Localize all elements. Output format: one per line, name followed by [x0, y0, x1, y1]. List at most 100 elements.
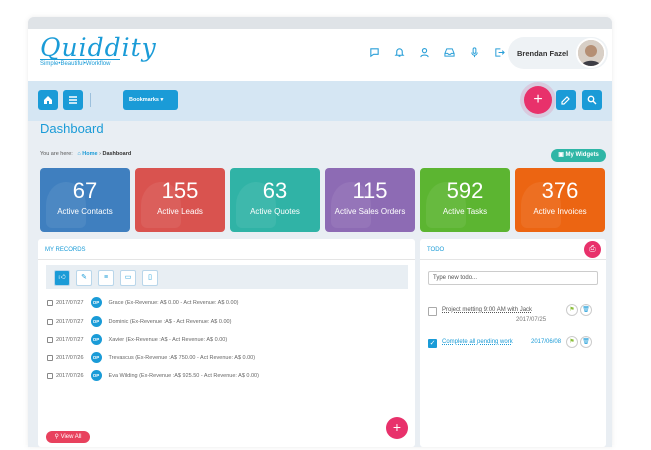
op-badge: OP	[90, 297, 102, 308]
calendar-icon	[47, 318, 53, 325]
todo-actions: ⚑ 🗑︎	[566, 304, 592, 316]
stat-card-contacts[interactable]: 67 Active Contacts	[40, 168, 130, 232]
record-date: 2017/07/27	[56, 299, 84, 306]
home-button[interactable]	[38, 90, 58, 110]
user-name: Brendan Fazel	[517, 48, 569, 58]
record-date: 2017/07/26	[56, 372, 84, 379]
todo-panel: TODO ⎙ Type new todo... Project metting …	[420, 239, 606, 447]
stat-card-sales-orders[interactable]: 115 Active Sales Orders	[325, 168, 415, 232]
tasks-bg-icon	[426, 182, 466, 228]
record-text: Trevascus (Ex-Revenue :A$ 750.00 - Act R…	[108, 354, 256, 361]
calendar-icon	[47, 354, 53, 361]
contacts-bg-icon	[46, 182, 86, 228]
print-icon: ⎙	[589, 244, 596, 253]
add-record-button[interactable]: +	[386, 417, 408, 439]
search-button[interactable]	[582, 90, 602, 110]
list-item[interactable]: 2017/07/27 OP Xavier (Ex-Revenue :A$ - A…	[47, 334, 227, 345]
my-widgets-label: My Widgets	[565, 152, 599, 158]
menu-button[interactable]	[63, 90, 83, 110]
leads-bg-icon	[141, 182, 181, 228]
todo-date: 2017/07/25	[516, 317, 547, 323]
list-icon: ≡	[103, 274, 109, 281]
microphone-icon[interactable]	[468, 47, 480, 59]
window-top-strip	[28, 17, 612, 29]
tab-edit[interactable]: ✎	[76, 270, 92, 286]
edit-button[interactable]	[556, 90, 576, 110]
panel-title: TODO	[427, 247, 445, 253]
search-icon: ⚲	[54, 434, 59, 440]
widgets-icon: ▣	[558, 152, 564, 158]
view-all-button[interactable]: ⚲ View All	[46, 431, 90, 443]
page-title: Dashboard	[40, 121, 104, 136]
quotes-bg-icon	[236, 182, 276, 228]
todo-text[interactable]: Complete all pending work	[442, 339, 513, 345]
breadcrumb: You are here: ⌂ Home › Dashboard	[40, 151, 131, 157]
logout-icon[interactable]	[493, 47, 505, 59]
logo[interactable]: Quiddity Simple•Beautiful•Workflow	[40, 33, 157, 67]
todo-checkbox[interactable]	[428, 307, 437, 316]
tab-document[interactable]: ▭	[120, 270, 136, 286]
todo-actions: ⚑ 🗑︎	[566, 336, 592, 348]
stat-card-leads[interactable]: 155 Active Leads	[135, 168, 225, 232]
stat-card-invoices[interactable]: 376 Active Invoices	[515, 168, 605, 232]
toolbar-divider	[90, 93, 91, 107]
my-records-panel: MY RECORDS 👍︎ ✎ ≡ ▭ ▯ 2017/07/27 OP Grac…	[38, 239, 415, 447]
op-badge: OP	[90, 316, 102, 327]
breadcrumb-home[interactable]: Home	[82, 151, 97, 157]
header-icons	[368, 47, 505, 59]
print-button[interactable]: ⎙	[584, 241, 601, 258]
inbox-icon[interactable]	[443, 47, 455, 59]
stat-cards: 67 Active Contacts 155 Active Leads 63 A…	[40, 168, 605, 232]
chat-icon[interactable]	[368, 47, 380, 59]
op-badge: OP	[90, 334, 102, 345]
todo-date: 2017/06/08	[531, 339, 562, 345]
record-text: Eva Wilding (Ex-Revenue :A$ 925.50 - Act…	[108, 372, 259, 379]
list-item[interactable]: 2017/07/26 OP Eva Wilding (Ex-Revenue :A…	[47, 370, 259, 381]
op-badge: OP	[90, 352, 102, 363]
flag-icon[interactable]: ⚑	[566, 304, 578, 316]
edit-doc-icon: ✎	[81, 274, 87, 281]
view-all-label: View All	[60, 434, 82, 440]
tab-like[interactable]: 👍︎	[54, 270, 70, 286]
avatar	[576, 38, 606, 68]
list-item[interactable]: 2017/07/26 OP Trevascus (Ex-Revenue :A$ …	[47, 352, 255, 363]
app-window: Quiddity Simple•Beautiful•Workflow Brend…	[28, 17, 612, 447]
tab-list[interactable]: ≡	[98, 270, 114, 286]
new-todo-input[interactable]: Type new todo...	[428, 271, 598, 285]
user-icon[interactable]	[418, 47, 430, 59]
logo-tagline: Simple•Beautiful•Workflow	[40, 59, 120, 67]
bell-icon[interactable]	[393, 47, 405, 59]
record-tabs: 👍︎ ✎ ≡ ▭ ▯	[46, 265, 408, 289]
file-icon: ▯	[148, 274, 152, 281]
home-icon: ⌂	[77, 151, 81, 157]
add-button[interactable]: +	[524, 86, 552, 114]
list-item[interactable]: 2017/07/27 OP Dominic (Ex-Revenue :A$ - …	[47, 316, 231, 327]
user-menu[interactable]: Brendan Fazel	[508, 37, 608, 69]
list-item[interactable]: 2017/07/27 OP Grace (Ex-Revenue: A$ 0.00…	[47, 297, 238, 308]
panel-title: MY RECORDS	[45, 247, 86, 253]
tab-file[interactable]: ▯	[142, 270, 158, 286]
breadcrumb-bar: You are here: ⌂ Home › Dashboard ▣ My Wi…	[28, 147, 612, 163]
trash-icon[interactable]: 🗑︎	[580, 336, 592, 348]
todo-checkbox-checked[interactable]: ✓	[428, 339, 437, 348]
record-date: 2017/07/27	[56, 336, 84, 343]
document-icon: ▭	[124, 274, 132, 281]
record-date: 2017/07/26	[56, 354, 84, 361]
op-badge: OP	[90, 370, 102, 381]
sales-orders-bg-icon	[331, 182, 371, 228]
flag-icon[interactable]: ⚑	[566, 336, 578, 348]
record-date: 2017/07/27	[56, 318, 84, 325]
calendar-icon	[47, 336, 53, 343]
panel-divider	[420, 259, 606, 260]
stat-card-tasks[interactable]: 592 Active Tasks	[420, 168, 510, 232]
stat-card-quotes[interactable]: 63 Active Quotes	[230, 168, 320, 232]
todo-text[interactable]: Project metting 9:00 AM with Jack	[442, 307, 532, 313]
toolbar: Bookmarks ▾ +	[28, 81, 612, 121]
logo-text: Quiddity	[40, 33, 157, 62]
thumbs-up-icon: 👍︎	[58, 274, 66, 281]
panel-divider	[38, 259, 415, 260]
bookmarks-dropdown[interactable]: Bookmarks ▾	[123, 90, 178, 110]
trash-icon[interactable]: 🗑︎	[580, 304, 592, 316]
my-widgets-button[interactable]: ▣ My Widgets	[551, 149, 606, 162]
calendar-icon	[47, 372, 53, 379]
